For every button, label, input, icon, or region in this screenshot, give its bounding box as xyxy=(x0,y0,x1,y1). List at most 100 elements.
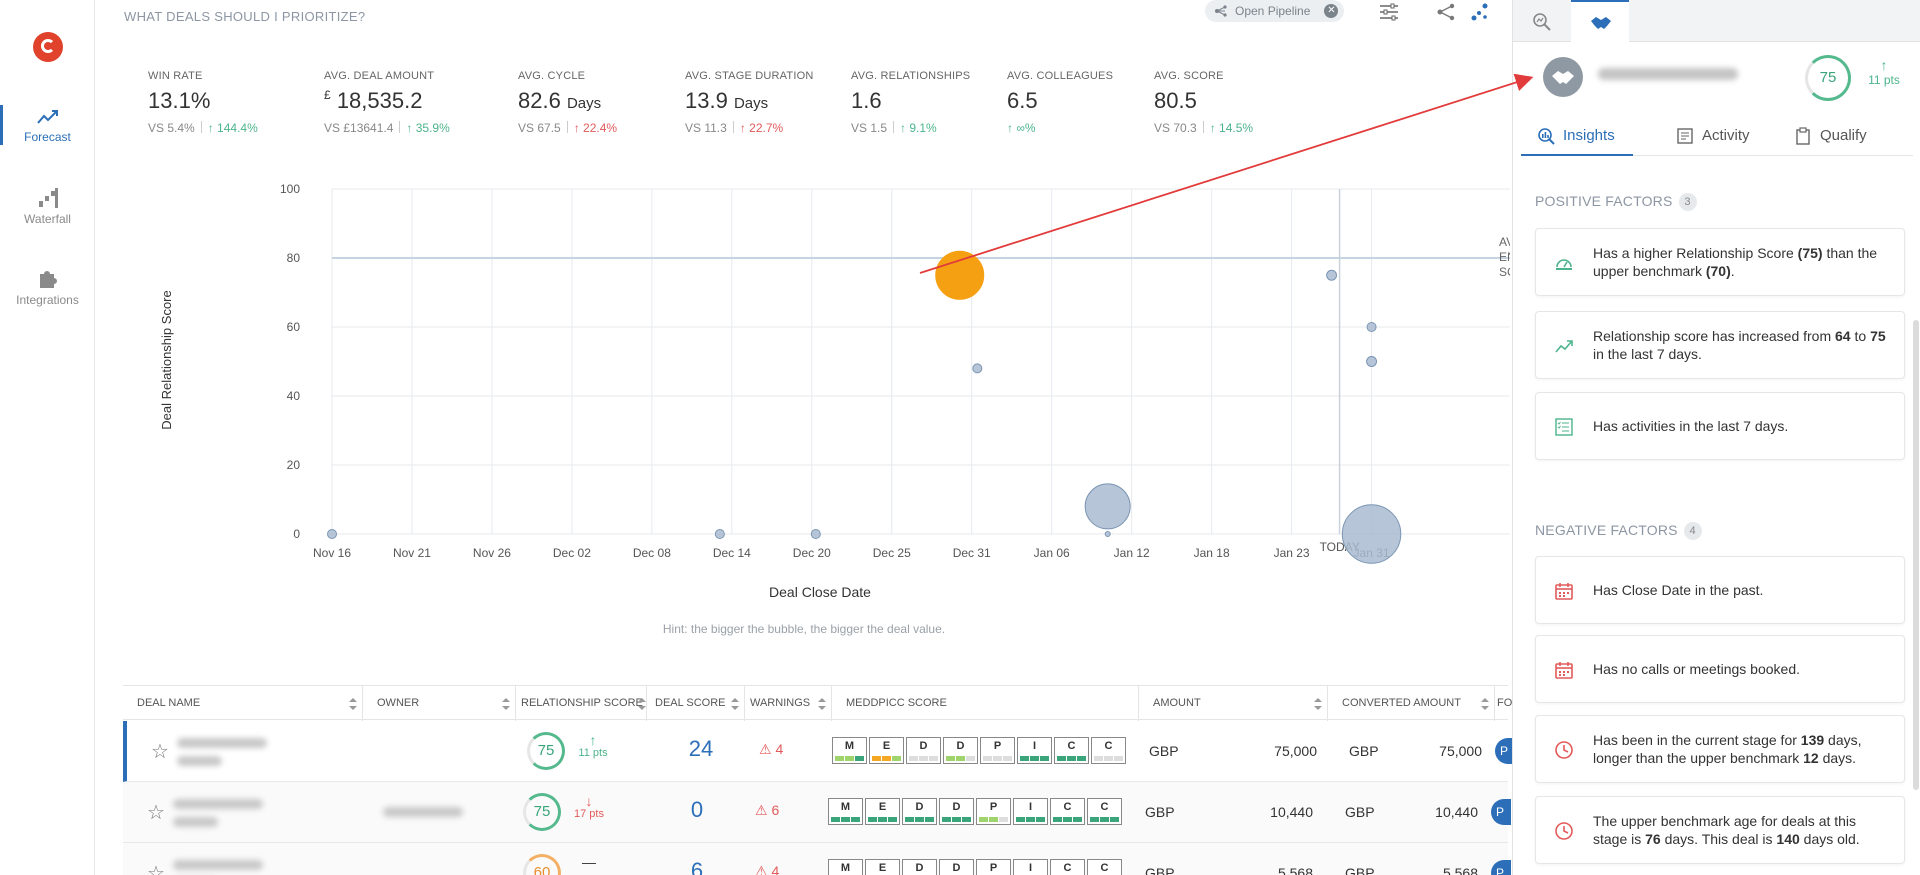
bubble-view-icon[interactable] xyxy=(1470,2,1490,22)
meddpicc-box[interactable]: C xyxy=(1050,859,1085,875)
meddpicc-box[interactable]: P xyxy=(980,737,1015,764)
deal-bubble[interactable] xyxy=(714,529,725,539)
column-deal-name[interactable]: DEAL NAME xyxy=(123,686,363,721)
meddpicc-box[interactable]: C xyxy=(1054,737,1089,764)
nav-label: Forecast xyxy=(24,130,71,144)
open-pipeline-filter-chip[interactable]: Open Pipeline ✕ xyxy=(1205,0,1345,22)
meddpicc-box[interactable]: E xyxy=(869,737,904,764)
meddpicc-box[interactable]: M xyxy=(832,737,867,764)
filter-sliders-icon[interactable] xyxy=(1378,2,1400,22)
reference-line-label: ENGAGEMENT xyxy=(1499,250,1510,264)
meddpicc-box[interactable]: I xyxy=(1017,737,1052,764)
column-converted-amount[interactable]: CONVERTED AMOUNT xyxy=(1328,686,1495,721)
panel-scrollbar[interactable] xyxy=(1913,320,1919,790)
table-row[interactable]: ☆ 60—6 ⚠ 4 M E D D P I C C GBP 5,568 GBP 5,568 P xyxy=(123,843,1511,875)
column-owner[interactable]: OWNER xyxy=(363,686,516,721)
deal-score[interactable]: 24 xyxy=(671,736,731,762)
tab-insights[interactable]: Insights xyxy=(1521,122,1633,156)
kpi-avg-relationships: AVG. RELATIONSHIPS 1.6 VS 1.5 ↑ 9.1% xyxy=(851,70,970,135)
meddpicc-box[interactable]: E xyxy=(865,798,900,825)
table-row[interactable]: ☆ 75 ↑ 11 pts 24 ⚠ 4 M E D D P I C C GBP 75,000 GBP 75,00… xyxy=(123,721,1515,782)
meddpicc-box[interactable]: C xyxy=(1087,859,1122,875)
forecast-category-pill[interactable]: P xyxy=(1491,860,1511,875)
deal-bubble[interactable] xyxy=(327,529,337,539)
deal-bubble[interactable] xyxy=(972,363,983,374)
deal-bubble-selected[interactable] xyxy=(935,250,985,300)
x-tick-label: Jan 23 xyxy=(1274,546,1310,560)
column-deal-score[interactable]: DEAL SCORE xyxy=(647,686,745,721)
tab-label: Activity xyxy=(1702,127,1750,144)
app-logo[interactable] xyxy=(33,32,63,62)
deal-bubble[interactable] xyxy=(1366,322,1377,332)
close-icon[interactable]: ✕ xyxy=(1324,4,1339,18)
deal-name-redacted[interactable] xyxy=(177,738,267,748)
warnings-count[interactable]: ⚠ 4 xyxy=(759,741,783,758)
nav-label: Waterfall xyxy=(24,212,71,226)
clock-icon xyxy=(1554,740,1574,765)
meddpicc-box[interactable]: D xyxy=(939,798,974,825)
column-warnings[interactable]: WARNINGS xyxy=(745,686,832,721)
tab-search-insights[interactable] xyxy=(1513,0,1571,42)
meddpicc-box[interactable]: I xyxy=(1013,798,1048,825)
deal-bubble[interactable] xyxy=(1341,504,1402,564)
tab-deal-details[interactable] xyxy=(1571,0,1629,42)
reference-line-label: SCORE xyxy=(1499,265,1510,279)
y-tick-label: 60 xyxy=(287,320,301,334)
deal-bubble[interactable] xyxy=(1084,483,1131,530)
meddpicc-box[interactable]: P xyxy=(976,859,1011,875)
factor-card: Has no calls or meetings booked. xyxy=(1535,635,1905,703)
tab-activity[interactable]: Activity xyxy=(1676,122,1750,156)
meddpicc-box[interactable]: C xyxy=(1050,798,1085,825)
meddpicc-box[interactable]: C xyxy=(1087,798,1122,825)
meddpicc-box[interactable]: D xyxy=(939,859,974,875)
warnings-count[interactable]: ⚠ 4 xyxy=(755,863,779,875)
table-row[interactable]: ☆ 75 ↓ 17 pts 0 ⚠ 6 M E D D P I C C GBP 10,440 GBP 10,440… xyxy=(123,782,1511,843)
nav-item-waterfall[interactable]: Waterfall xyxy=(0,187,95,226)
meddpicc-box[interactable]: D xyxy=(902,859,937,875)
forecast-category-pill[interactable]: P xyxy=(1491,799,1511,825)
kpi-value: 6.5 xyxy=(1007,88,1038,113)
deal-name-redacted xyxy=(1598,68,1738,80)
amount-currency: GBP xyxy=(1149,743,1179,759)
star-icon[interactable]: ☆ xyxy=(151,739,169,764)
x-tick-label: Nov 21 xyxy=(393,546,431,560)
meddpicc-box[interactable]: D xyxy=(943,737,978,764)
pipeline-icon xyxy=(1215,5,1227,17)
converted-currency: GBP xyxy=(1349,743,1379,759)
meddpicc-box[interactable]: E xyxy=(865,859,900,875)
deal-score[interactable]: 0 xyxy=(667,797,727,823)
negative-factors-heading: NEGATIVE FACTORS 4 xyxy=(1535,522,1702,540)
x-tick-label: Dec 20 xyxy=(793,546,831,560)
handshake-icon xyxy=(1552,71,1574,84)
factor-card: Has been in the current stage for 139 da… xyxy=(1535,715,1905,783)
deal-name-redacted[interactable] xyxy=(173,799,263,809)
deal-bubble[interactable] xyxy=(1366,356,1378,367)
meddpicc-box[interactable]: M xyxy=(828,859,863,875)
calendar-icon xyxy=(1554,581,1574,606)
meddpicc-box[interactable]: D xyxy=(902,798,937,825)
star-icon[interactable]: ☆ xyxy=(147,861,165,875)
column-amount[interactable]: AMOUNT xyxy=(1139,686,1328,721)
nav-item-forecast[interactable]: Forecast xyxy=(0,107,95,144)
deal-name-redacted[interactable] xyxy=(173,860,263,870)
meddpicc-box[interactable]: P xyxy=(976,798,1011,825)
deal-bubble[interactable] xyxy=(1104,531,1111,537)
column-relationship-score[interactable]: RELATIONSHIP SCORE xyxy=(516,686,647,721)
deal-bubble[interactable] xyxy=(1326,269,1338,281)
column-meddpicc-score[interactable]: MEDDPICC SCORE xyxy=(832,686,1139,721)
warnings-count[interactable]: ⚠ 6 xyxy=(755,802,779,819)
deal-bubble[interactable] xyxy=(810,529,821,539)
meddpicc-box[interactable]: M xyxy=(828,798,863,825)
nav-item-integrations[interactable]: Integrations xyxy=(0,266,95,307)
tab-qualify[interactable]: Qualify xyxy=(1794,122,1867,156)
factor-card: Has a higher Relationship Score (75) tha… xyxy=(1535,228,1905,296)
converted-amount-value: 75,000 xyxy=(1439,743,1482,759)
deal-score[interactable]: 6 xyxy=(667,858,727,875)
meddpicc-box[interactable]: D xyxy=(906,737,941,764)
meddpicc-score: MEDDPICC xyxy=(832,737,1126,764)
share-nodes-icon[interactable] xyxy=(1436,2,1456,22)
factor-text: Has no calls or meetings booked. xyxy=(1593,661,1800,677)
star-icon[interactable]: ☆ xyxy=(147,800,165,825)
meddpicc-box[interactable]: C xyxy=(1091,737,1126,764)
meddpicc-box[interactable]: I xyxy=(1013,859,1048,875)
